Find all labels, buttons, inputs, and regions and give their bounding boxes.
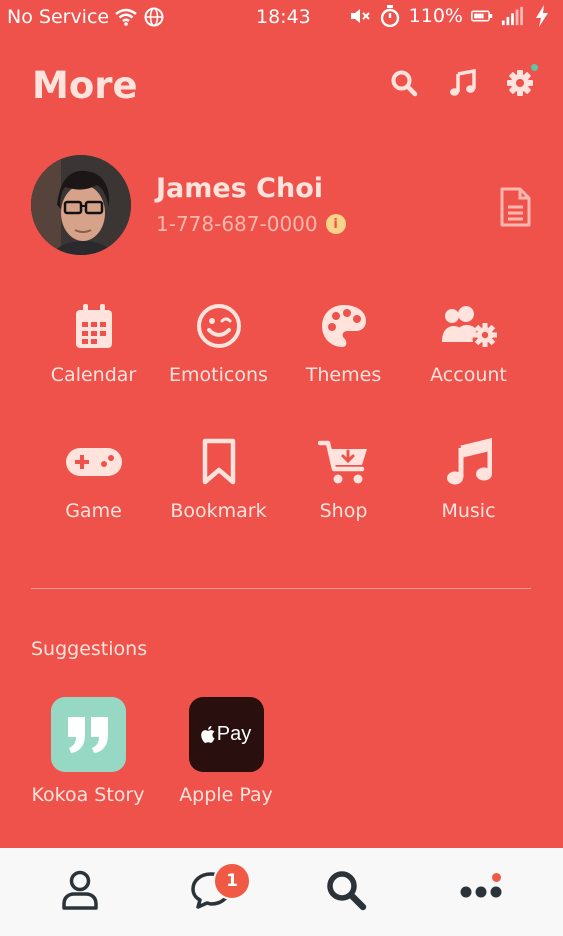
calendar-icon (31, 298, 156, 354)
avatar[interactable] (31, 155, 131, 255)
clock: 18:43 (256, 6, 311, 28)
battery-percent: 110% (408, 5, 463, 27)
search-icon (325, 869, 367, 915)
page-title: More (32, 64, 138, 107)
timer-icon (379, 5, 401, 27)
wifi-icon (115, 6, 137, 28)
apple-pay-tile-text: Pay (216, 723, 252, 745)
menu-item-music[interactable]: Music (406, 434, 531, 522)
menu-label: Calendar (50, 364, 137, 386)
section-divider (31, 588, 531, 589)
chats-badge: 1 (213, 862, 251, 900)
menu-label: Account (430, 364, 507, 386)
menu-label: Bookmark (170, 500, 267, 522)
charging-icon (531, 5, 553, 27)
tab-search[interactable] (276, 848, 416, 936)
suggestion-label: Kokoa Story (31, 784, 145, 806)
suggestion-apple-pay[interactable]: Pay Apple Pay (161, 697, 291, 806)
menu-item-bookmark[interactable]: Bookmark (156, 434, 281, 522)
suggestion-kokoa-story[interactable]: Kokoa Story (23, 697, 153, 806)
menu-label: Themes (305, 364, 382, 386)
menu-item-calendar[interactable]: Calendar (31, 298, 156, 386)
emoticon-icon (156, 298, 281, 354)
signal-icon (501, 5, 523, 27)
menu-item-shop[interactable]: Shop (281, 434, 406, 522)
globe-icon (143, 6, 165, 28)
person-icon (61, 870, 99, 914)
info-icon[interactable]: i (325, 214, 346, 234)
menu-label: Emoticons (169, 364, 268, 386)
search-icon[interactable] (389, 68, 419, 98)
tab-more[interactable] (411, 848, 551, 936)
mute-icon (349, 5, 371, 27)
menu-item-account[interactable]: Account (406, 298, 531, 386)
tab-chats[interactable]: 1 (141, 848, 281, 936)
carrier-label: No Service (7, 6, 110, 28)
tab-friends[interactable] (10, 848, 150, 936)
menu-label: Music (441, 500, 496, 522)
settings-icon[interactable] (505, 63, 539, 98)
bookmark-icon (156, 434, 281, 490)
more-notification-dot (492, 873, 501, 882)
cart-icon (281, 434, 406, 490)
menu-label: Shop (319, 500, 368, 522)
kokoa-story-icon (50, 697, 126, 772)
bottom-tab-bar: 1 (0, 848, 563, 936)
profile-card[interactable]: James Choi 1-778-687-0000 i (31, 155, 531, 255)
suggestion-label: Apple Pay (179, 784, 273, 806)
palette-icon (281, 298, 406, 354)
document-icon[interactable] (499, 187, 531, 227)
menu-item-emoticons[interactable]: Emoticons (156, 298, 281, 386)
menu-item-game[interactable]: Game (31, 434, 156, 522)
menu-label: Game (65, 500, 122, 522)
music-note-icon (406, 434, 531, 490)
profile-name: James Choi (156, 173, 324, 204)
status-bar: No Service 18:43 110% (0, 0, 563, 34)
battery-icon (471, 5, 493, 27)
users-gear-icon (406, 298, 531, 354)
suggestions-title: Suggestions (31, 638, 148, 660)
music-icon[interactable] (447, 68, 477, 98)
settings-notification-dot (530, 63, 539, 72)
apple-pay-icon: Pay (188, 697, 264, 772)
header-actions (389, 63, 539, 98)
profile-phone: 1-778-687-0000 (156, 212, 318, 236)
more-dots-icon (460, 883, 502, 902)
menu-item-themes[interactable]: Themes (281, 298, 406, 386)
apple-logo-icon (200, 726, 215, 743)
gamepad-icon (31, 434, 156, 490)
